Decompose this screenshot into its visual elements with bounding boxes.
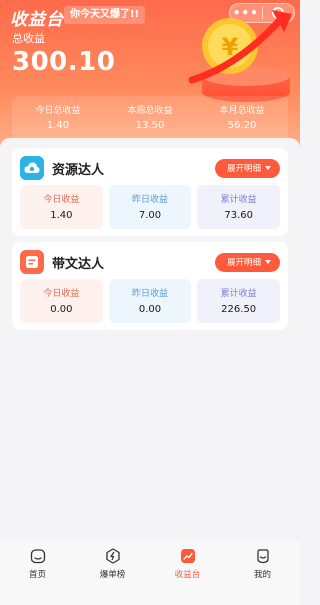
box-value: 7.00 xyxy=(138,210,162,221)
resource-expert-card: 资源达人 展开明细 今日收益 1.40 昨日收益 7.00 累计收益 73.60 xyxy=(12,148,288,236)
cumulative-earnings-box: 累计收益 73.60 xyxy=(197,185,281,229)
box-value: 1.40 xyxy=(50,210,73,221)
stat-today: 今日总收益 1.40 xyxy=(12,96,104,140)
home-icon xyxy=(29,547,47,565)
cumulative-earnings-box: 累计收益 226.50 xyxy=(197,279,281,323)
card-title: 资源达人 xyxy=(52,162,105,178)
hero-banner: 收益台 你今天又爆了!! ••• 总收益 300.10 ¥ 今日总收益 1.40… xyxy=(0,0,300,150)
bottom-tab-bar: 首页 爆单榜 收益台 我的 xyxy=(0,541,300,605)
lightning-icon xyxy=(104,547,122,565)
box-label: 昨日收益 xyxy=(132,195,169,205)
caret-down-icon xyxy=(265,166,271,170)
tab-earnings[interactable]: 收益台 xyxy=(150,541,225,605)
stat-value: 13.50 xyxy=(135,120,165,131)
box-label: 今日收益 xyxy=(43,289,80,299)
tab-label: 首页 xyxy=(28,570,46,580)
coin-illustration: ¥ xyxy=(188,10,292,102)
stat-month: 本月总收益 56.20 xyxy=(196,96,288,140)
tab-label: 爆单榜 xyxy=(99,570,126,580)
box-label: 昨日收益 xyxy=(132,289,169,299)
expand-details-button[interactable]: 展开明细 xyxy=(214,252,280,272)
today-earnings-box: 今日收益 0.00 xyxy=(20,279,103,323)
expand-details-button[interactable]: 展开明细 xyxy=(214,158,280,178)
yesterday-earnings-box: 昨日收益 0.00 xyxy=(108,279,192,323)
box-label: 累计收益 xyxy=(220,289,257,299)
today-earnings-box: 今日收益 1.40 xyxy=(20,185,103,229)
box-value: 0.00 xyxy=(138,304,162,315)
tab-profile[interactable]: 我的 xyxy=(225,541,300,605)
smile-icon xyxy=(254,547,272,565)
app-title: 收益台 xyxy=(10,10,64,30)
slogan-badge: 你今天又爆了!! xyxy=(64,6,146,24)
resource-logo-icon xyxy=(20,156,44,180)
tab-label: 我的 xyxy=(253,570,271,580)
tab-hot-orders[interactable]: 爆单榜 xyxy=(75,541,150,605)
chart-icon xyxy=(179,547,197,565)
tab-home[interactable]: 首页 xyxy=(0,541,75,605)
writer-expert-card: 带文达人 展开明细 今日收益 0.00 昨日收益 0.00 累计收益 226.5… xyxy=(12,242,288,330)
stat-value: 1.40 xyxy=(46,120,70,131)
total-earnings-label: 总收益 xyxy=(12,32,45,45)
card-title: 带文达人 xyxy=(52,256,105,272)
expand-label: 展开明细 xyxy=(226,164,261,174)
stat-label: 今日总收益 xyxy=(35,106,81,116)
content-sheet: 资源达人 展开明细 今日收益 1.40 昨日收益 7.00 累计收益 73.60 xyxy=(0,138,300,605)
box-value: 0.00 xyxy=(50,304,73,315)
tab-label: 收益台 xyxy=(174,570,201,580)
expand-label: 展开明细 xyxy=(226,258,261,268)
total-earnings-value: 300.10 xyxy=(12,47,116,77)
box-label: 今日收益 xyxy=(43,195,80,205)
stat-label: 本月总收益 xyxy=(219,106,265,116)
writer-logo-icon xyxy=(20,250,44,274)
box-label: 累计收益 xyxy=(220,195,257,205)
box-value: 226.50 xyxy=(221,304,257,315)
caret-down-icon xyxy=(265,260,271,264)
stat-value: 56.20 xyxy=(227,120,257,131)
box-value: 73.60 xyxy=(224,210,253,221)
yesterday-earnings-box: 昨日收益 7.00 xyxy=(108,185,192,229)
stat-label: 本周总收益 xyxy=(127,106,173,116)
summary-stats: 今日总收益 1.40 本周总收益 13.50 本月总收益 56.20 xyxy=(12,96,288,140)
stat-week: 本周总收益 13.50 xyxy=(104,96,196,140)
